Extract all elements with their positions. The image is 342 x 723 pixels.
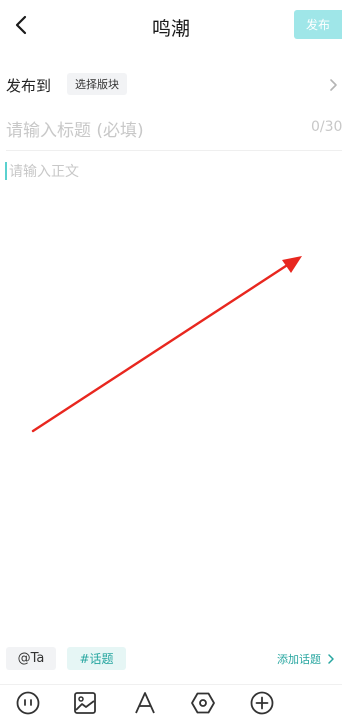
add-circle-icon	[250, 691, 274, 715]
select-board-button[interactable]: 选择版块	[67, 73, 127, 95]
text-caret	[5, 162, 7, 180]
emoji-button[interactable]	[13, 688, 43, 718]
settings-button[interactable]	[188, 688, 218, 718]
body-input[interactable]: 请输入正文	[9, 161, 79, 181]
topic-chip[interactable]: #话题	[67, 647, 126, 670]
add-button[interactable]	[247, 688, 277, 718]
annotation-arrow	[31, 256, 302, 433]
divider	[6, 150, 342, 151]
chevron-right-icon	[328, 654, 334, 664]
text-format-button[interactable]	[130, 688, 160, 718]
add-topic-button[interactable]: 添加话题	[277, 651, 335, 667]
board-chevron-button[interactable]	[328, 77, 340, 93]
title-input[interactable]: 请输入标题 (必填)	[6, 116, 306, 141]
text-format-icon	[135, 692, 155, 714]
toolbar-divider	[0, 684, 342, 685]
emoji-icon	[16, 691, 40, 715]
hexagon-settings-icon	[191, 692, 215, 714]
image-button[interactable]	[70, 688, 100, 718]
mention-chip[interactable]: @Ta	[6, 647, 56, 670]
publish-to-label: 发布到	[6, 77, 52, 95]
image-icon	[74, 692, 96, 714]
page-title: 鸣潮	[151, 18, 190, 40]
add-topic-label: 添加话题	[277, 653, 321, 666]
title-char-count: 0/30	[311, 119, 342, 135]
chevron-right-icon	[330, 79, 337, 91]
publish-button[interactable]: 发布	[294, 10, 342, 39]
